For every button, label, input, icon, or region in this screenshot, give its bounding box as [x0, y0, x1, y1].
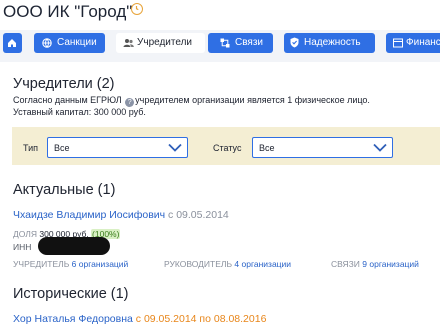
founder-since: с 09.05.2014: [168, 209, 229, 221]
status-filter-select[interactable]: Все: [252, 137, 393, 158]
people-icon: [123, 39, 134, 47]
authorized-capital: Уставный капитал: 300 000 руб.: [13, 107, 146, 117]
info-icon[interactable]: ?: [125, 98, 135, 107]
type-filter-select[interactable]: Все: [47, 137, 188, 158]
type-filter-label: Тип: [23, 143, 39, 153]
founder-roles-row: УЧРЕДИТЕЛЬ 6 организаций: [13, 259, 128, 270]
globe-icon: [42, 38, 52, 48]
founders-section: Учредители (2) Согласно данным ЕГРЮЛ ? уч…: [0, 62, 440, 329]
founder-role-label: УЧРЕДИТЕЛЬ: [13, 259, 70, 269]
status-filter-value: Все: [259, 143, 275, 153]
egrul-description-end: учредителем организации является 1 физич…: [135, 95, 370, 105]
historical-founder-entry: Хор Наталья Федоровна с 09.05.2014 по 08…: [13, 313, 266, 326]
tab-finance[interactable]: Финанс: [386, 33, 440, 53]
shield-icon: [290, 37, 299, 48]
chevron-down-icon: [168, 143, 182, 152]
page-header: ООО ИК "Город": [0, 0, 440, 26]
links-roles-row: СВЯЗИ 9 организаций: [331, 259, 419, 270]
tab-reliability[interactable]: Надежность: [284, 33, 375, 53]
share-label: ДОЛЯ: [13, 229, 37, 239]
tab-label: Связи: [235, 37, 264, 48]
tab-sanctions[interactable]: Санкции: [34, 33, 105, 53]
historical-founder-period: с 09.05.2014 по 08.08.2016: [135, 313, 267, 325]
finance-icon: [393, 38, 403, 48]
tab-label: Санкции: [57, 37, 97, 48]
clock-history-icon[interactable]: [131, 3, 143, 15]
founders-title: Учредители (2): [13, 76, 115, 92]
type-filter-value: Все: [54, 143, 70, 153]
historical-founders-title: Исторические (1): [13, 286, 129, 302]
head-role-label: РУКОВОДИТЕЛЬ: [164, 259, 233, 269]
tab-bar: Санкции Учредители Связи Надежность Фина…: [0, 30, 440, 62]
links-icon: [220, 38, 230, 48]
chevron-down-icon: [373, 143, 387, 152]
links-role-label: СВЯЗИ: [331, 259, 360, 269]
filter-panel: Тип Все Статус Все: [12, 127, 440, 165]
current-founders-title: Актуальные (1): [13, 182, 116, 198]
founder-name-link[interactable]: Чхаидзе Владимир Иосифович: [13, 209, 165, 221]
head-roles-row: РУКОВОДИТЕЛЬ 4 организации: [164, 259, 291, 270]
inn-label: ИНН: [13, 242, 32, 252]
tab-founders[interactable]: Учредители: [116, 33, 205, 53]
company-title: ООО ИК "Город": [3, 2, 133, 21]
head-orgs-link[interactable]: 4 организации: [234, 259, 291, 269]
tab-label: Учредители: [137, 37, 193, 48]
status-filter-label: Статус: [213, 143, 242, 153]
egrul-description: Согласно данным ЕГРЮЛ ? учредителем орган…: [13, 95, 370, 107]
founder-entry: Чхаидзе Владимир Иосифович с 09.05.2014: [13, 209, 229, 222]
tab-label: Финанс: [406, 37, 440, 48]
tab-home[interactable]: [3, 33, 22, 53]
historical-founder-name-link[interactable]: Хор Наталья Федоровна: [13, 313, 133, 325]
links-orgs-link[interactable]: 9 организаций: [362, 259, 419, 269]
inn-redacted: [38, 237, 110, 255]
egrul-description-start: Согласно данным ЕГРЮЛ: [13, 95, 122, 105]
founder-orgs-link[interactable]: 6 организаций: [72, 259, 129, 269]
tab-label: Надежность: [304, 37, 361, 48]
tab-links[interactable]: Связи: [208, 33, 273, 53]
home-icon: [8, 39, 16, 47]
